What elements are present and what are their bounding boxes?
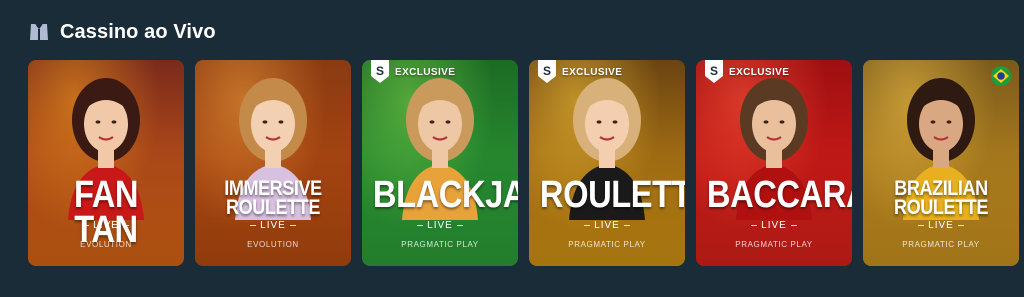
live-dash-right	[456, 225, 463, 226]
provider-name: PRAGMATIC PLAY	[568, 240, 646, 249]
dealer-image	[903, 78, 979, 220]
live-dash-left	[918, 225, 925, 226]
game-card-2[interactable]: IMMERSIVE ROULETTE LIVE EVOLUTION	[195, 60, 351, 266]
live-dash-left	[250, 225, 257, 226]
game-card-4[interactable]: S EXCLUSIVE ROULETTE LIVE PRAGMATIC PLAY	[529, 60, 685, 266]
provider-name: EVOLUTION	[80, 240, 132, 249]
live-dash-right	[623, 225, 630, 226]
exclusive-badge: S EXCLUSIVE	[537, 60, 622, 84]
svg-text:S: S	[543, 64, 551, 78]
live-dash-right	[790, 225, 797, 226]
dealer-image	[402, 78, 478, 220]
game-card-6[interactable]: BRAZILIAN ROULETTE LIVE PRAGMATIC PLAY	[863, 60, 1019, 266]
live-text: LIVE	[761, 220, 787, 231]
exclusive-shield-icon: S	[370, 60, 390, 84]
live-text: LIVE	[427, 220, 453, 231]
provider-name: PRAGMATIC PLAY	[735, 240, 813, 249]
game-title: BRAZILIAN ROULETTE	[894, 177, 988, 220]
live-label: LIVE	[28, 220, 184, 231]
live-text: LIVE	[260, 220, 286, 231]
live-label: LIVE	[863, 220, 1019, 231]
dealer-image	[235, 78, 311, 220]
live-text: LIVE	[928, 220, 954, 231]
live-label: LIVE	[529, 220, 685, 231]
live-label: LIVE	[696, 220, 852, 231]
live-casino-icon	[28, 21, 50, 43]
provider-name: PRAGMATIC PLAY	[902, 240, 980, 249]
game-title: FAN TAN	[73, 174, 139, 251]
live-dash-left	[83, 225, 90, 226]
section-header: Cassino ao Vivo	[28, 18, 216, 46]
exclusive-label: EXCLUSIVE	[729, 66, 790, 78]
provider-name: PRAGMATIC PLAY	[401, 240, 479, 249]
svg-text:S: S	[376, 64, 384, 78]
live-casino-section: Cassino ao Vivo FAN TAN LIVE EVOLUTION IMME…	[0, 0, 1024, 297]
live-dash-right	[289, 225, 296, 226]
live-dash-left	[584, 225, 591, 226]
live-text: LIVE	[594, 220, 620, 231]
provider-name: EVOLUTION	[247, 240, 299, 249]
game-title: ROULETTE	[539, 174, 685, 216]
section-title: Cassino ao Vivo	[60, 20, 216, 43]
live-label: LIVE	[362, 220, 518, 231]
dealer-image	[736, 78, 812, 220]
exclusive-label: EXCLUSIVE	[562, 66, 623, 78]
exclusive-badge: S EXCLUSIVE	[370, 60, 455, 84]
game-title: IMMERSIVE ROULETTE	[224, 177, 322, 220]
live-label: LIVE	[195, 220, 351, 231]
game-card-5[interactable]: S EXCLUSIVE BACCARAT LIVE PRAGMATIC PLAY	[696, 60, 852, 266]
live-dash-right	[957, 225, 964, 226]
svg-text:S: S	[710, 64, 718, 78]
exclusive-label: EXCLUSIVE	[395, 66, 456, 78]
game-title: BLACKJACK	[372, 174, 518, 216]
live-dash-left	[417, 225, 424, 226]
live-text: LIVE	[93, 220, 119, 231]
live-dash-right	[122, 225, 129, 226]
brazil-flag-icon	[991, 66, 1011, 86]
game-title: BACCARAT	[706, 174, 852, 216]
game-card-3[interactable]: S EXCLUSIVE BLACKJACK LIVE PRAGMATIC PLAY	[362, 60, 518, 266]
dealer-image	[569, 78, 645, 220]
live-dash-left	[751, 225, 758, 226]
exclusive-shield-icon: S	[704, 60, 724, 84]
exclusive-badge: S EXCLUSIVE	[704, 60, 789, 84]
game-card-1[interactable]: FAN TAN LIVE EVOLUTION	[28, 60, 184, 266]
exclusive-shield-icon: S	[537, 60, 557, 84]
